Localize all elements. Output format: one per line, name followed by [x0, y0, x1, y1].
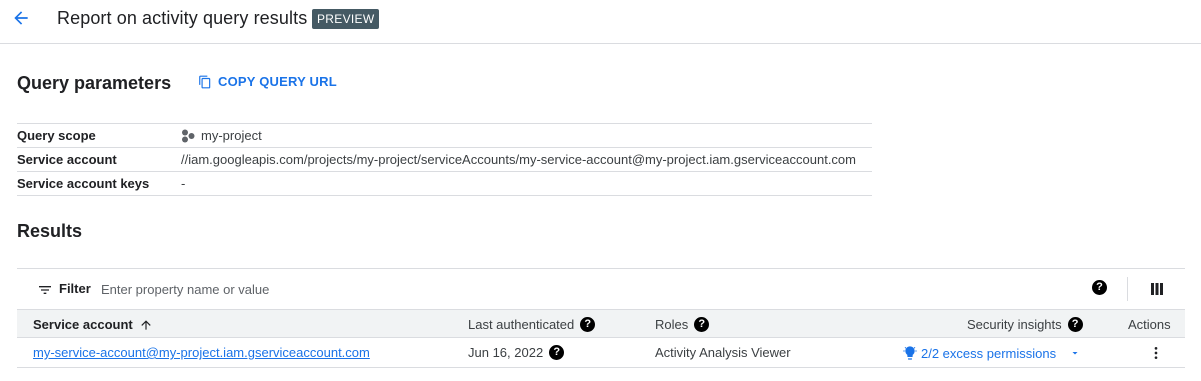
copy-query-url-button[interactable]: COPY QUERY URL — [198, 74, 337, 89]
param-key: Query scope — [17, 128, 96, 143]
security-insight-text: 2/2 excess permissions — [921, 345, 1057, 361]
param-value: //iam.googleapis.com/projects/my-project… — [181, 152, 856, 167]
column-header-label: Service account — [33, 317, 133, 332]
back-button[interactable] — [9, 6, 33, 30]
service-account-link[interactable]: my-service-account@my-project.iam.gservi… — [33, 345, 370, 360]
more-vert-icon — [1154, 347, 1158, 359]
filter-label: Filter — [59, 281, 91, 296]
last-authenticated-cell: Jun 16, 2022 ? — [468, 345, 565, 360]
column-header-security-insights[interactable]: Security insights ? — [967, 317, 1083, 332]
param-value: my-project — [181, 128, 262, 143]
column-header-service-account[interactable]: Service account — [33, 317, 153, 332]
caret-down-icon — [1072, 352, 1078, 355]
insight-dropdown-button[interactable] — [1065, 343, 1085, 363]
preview-badge: PREVIEW — [312, 9, 380, 29]
param-row-service-account: Service account //iam.googleapis.com/pro… — [17, 148, 872, 172]
table-row: my-service-account@my-project.iam.gservi… — [17, 338, 1185, 368]
column-header-last-authenticated[interactable]: Last authenticated ? — [468, 317, 596, 332]
param-row-query-scope: Query scope my-project — [17, 124, 872, 148]
lightbulb-icon — [903, 346, 917, 360]
filter-input[interactable] — [101, 278, 701, 300]
query-parameters-table: Query scope my-project Service account /… — [17, 123, 872, 196]
column-header-roles[interactable]: Roles ? — [655, 317, 710, 332]
column-header-label: Last authenticated — [468, 317, 575, 332]
param-value-text: my-project — [201, 128, 262, 143]
roles-cell: Activity Analysis Viewer — [655, 345, 791, 360]
results-title: Results — [17, 221, 83, 241]
column-display-icon[interactable] — [1149, 281, 1165, 297]
query-parameters-title: Query parameters — [17, 73, 172, 93]
filter-icon — [39, 286, 51, 294]
param-key: Service account — [17, 152, 117, 167]
help-icon[interactable]: ? — [1067, 317, 1083, 332]
more-actions-button[interactable] — [1148, 343, 1164, 363]
column-header-actions: Actions — [1128, 317, 1171, 332]
param-row-service-account-keys: Service account keys - — [17, 172, 872, 196]
project-icon — [182, 129, 195, 142]
results-table-header: Service account Last authenticated ? Rol… — [17, 309, 1185, 338]
help-icon[interactable]: ? — [580, 317, 596, 332]
security-insight-link[interactable]: 2/2 excess permissions — [902, 345, 1056, 361]
page-header: Report on activity query results PREVIEW — [0, 0, 1201, 44]
param-value: - — [181, 176, 186, 191]
toolbar-divider — [1127, 277, 1128, 301]
help-icon[interactable]: ? — [1092, 280, 1107, 295]
copy-icon — [199, 75, 211, 88]
help-icon[interactable]: ? — [694, 317, 710, 332]
help-icon[interactable]: ? — [549, 345, 565, 360]
column-header-label: Security insights — [967, 317, 1062, 332]
arrow-back-icon — [14, 11, 28, 25]
filter-bar: Filter ? — [17, 268, 1185, 309]
arrow-up-icon — [141, 319, 151, 330]
column-header-label: Roles — [655, 317, 689, 332]
page-title: Report on activity query results — [57, 8, 308, 28]
last-authenticated-value: Jun 16, 2022 — [468, 345, 544, 360]
param-key: Service account keys — [17, 176, 150, 191]
copy-query-url-label: COPY QUERY URL — [218, 74, 337, 89]
